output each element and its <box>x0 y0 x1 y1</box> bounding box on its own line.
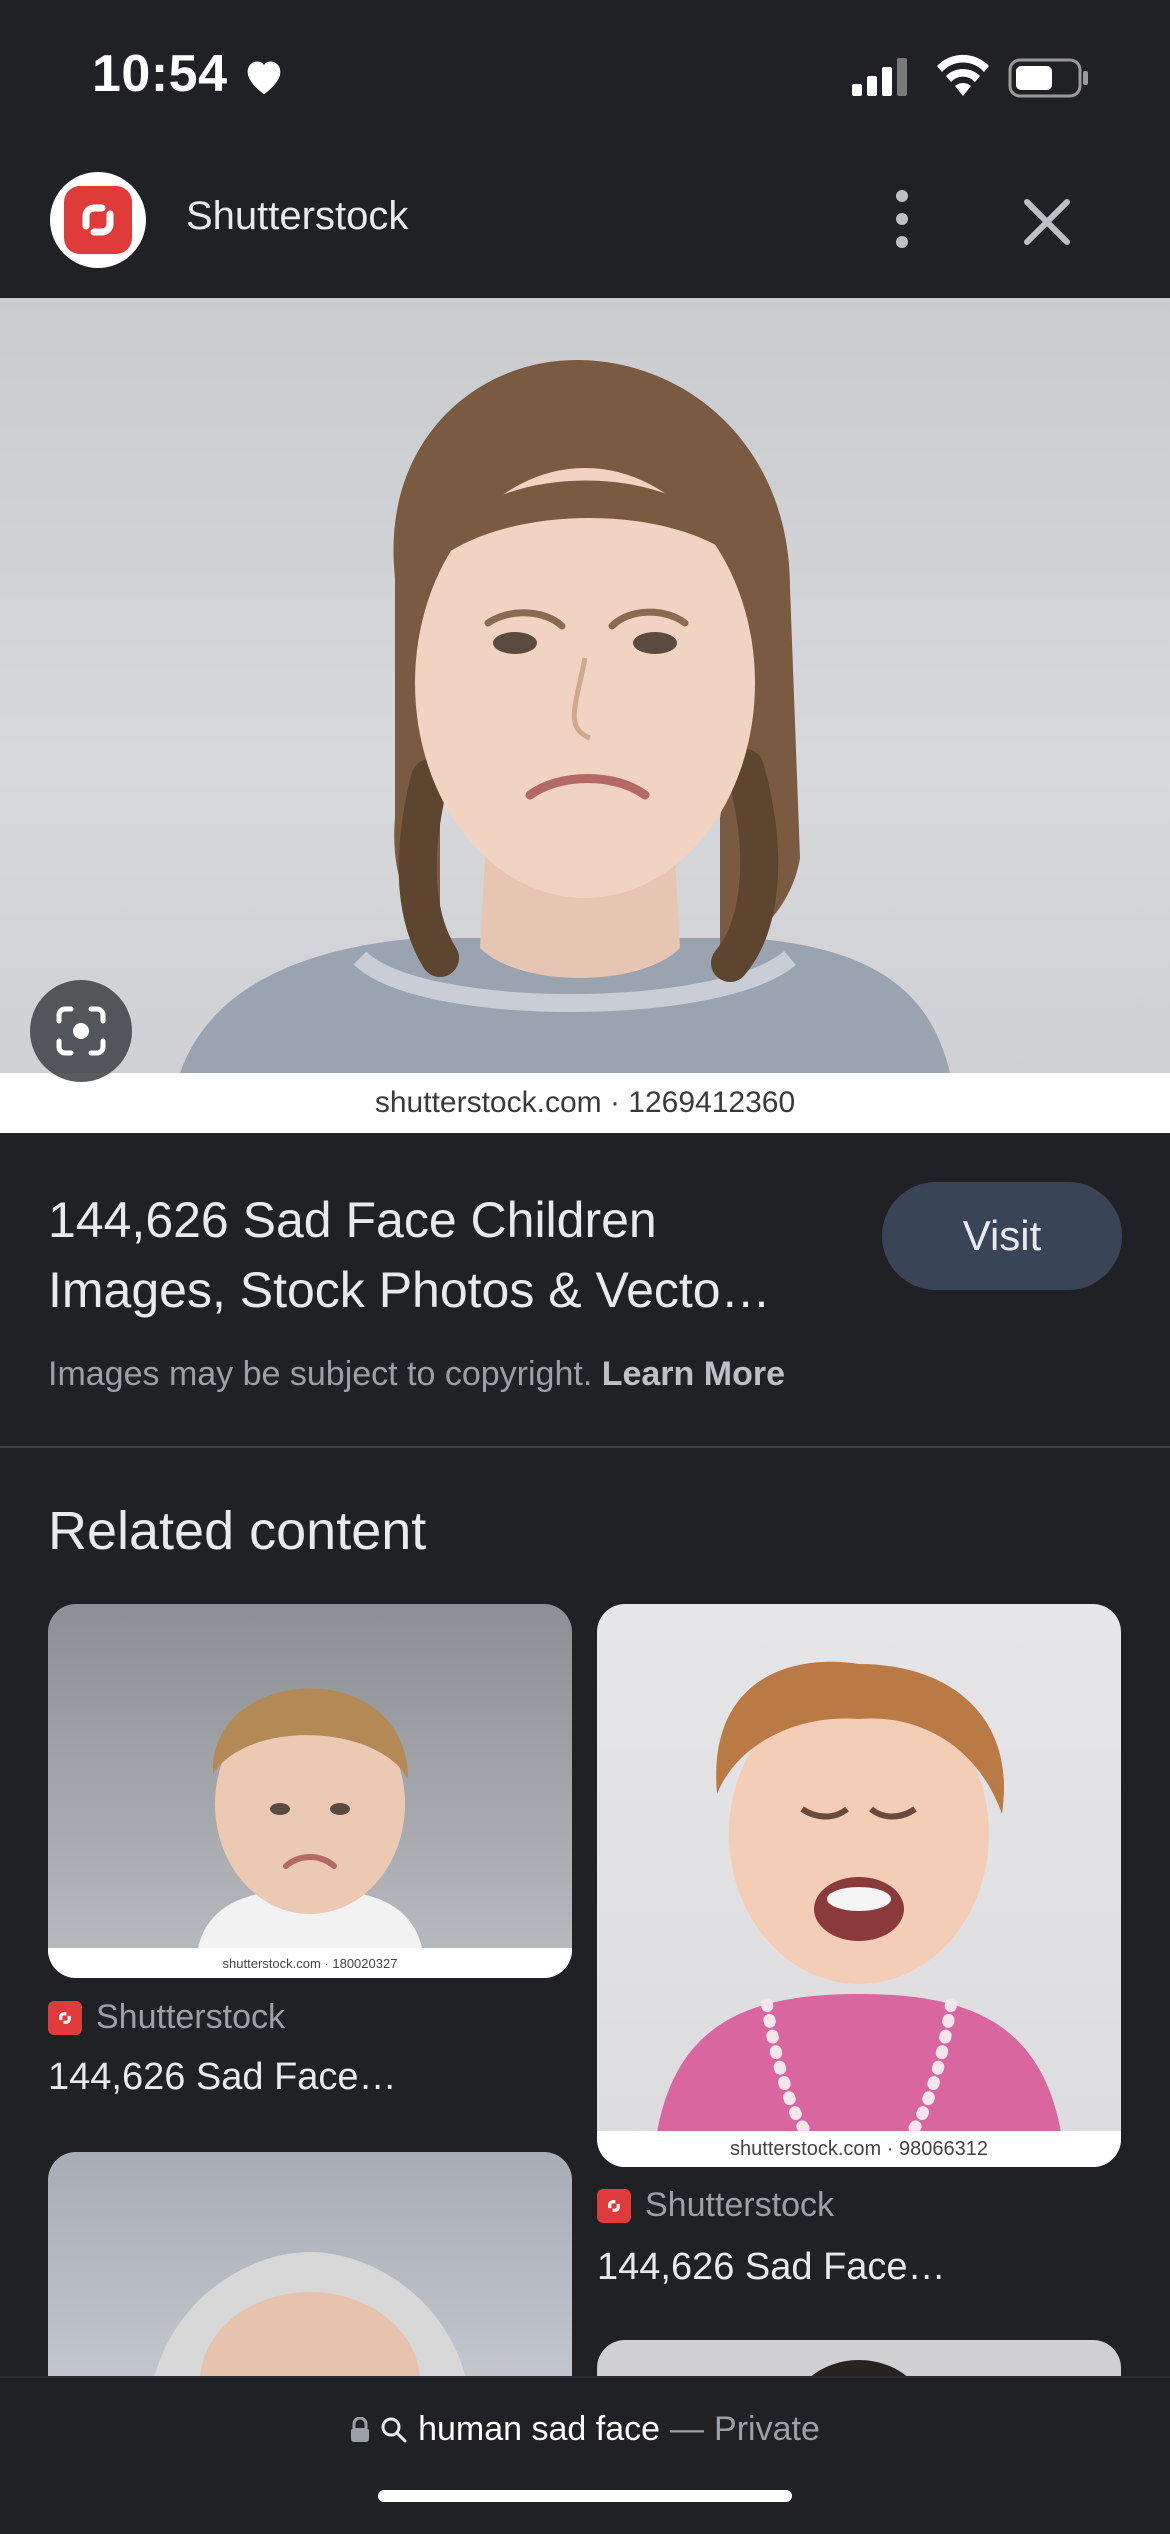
related-source-row[interactable]: Shutterstock <box>48 1998 285 2037</box>
shutterstock-small-icon <box>597 2188 631 2223</box>
related-source-row[interactable]: Shutterstock <box>597 2186 834 2225</box>
shutterstock-logo-icon[interactable] <box>50 172 146 268</box>
copyright-text: Images may be subject to copyright. <box>48 1355 593 1393</box>
hero-image-caption: shutterstock.com · 1269412360 <box>374 1086 796 1119</box>
wifi-icon <box>937 54 989 96</box>
private-mode-label: Private <box>714 2410 820 2448</box>
address-bar[interactable]: human sad face — Private <box>0 2410 1170 2449</box>
bottom-bar <box>0 2376 1170 2534</box>
lock-icon <box>351 2416 370 2442</box>
copyright-notice: Images may be subject to copyright. Lear… <box>48 1355 785 1394</box>
related-title[interactable]: 144,626 Sad Face… <box>48 2056 397 2099</box>
related-image-caption: shutterstock.com · 180020327 <box>48 1948 572 1978</box>
hero-image-caption-bar: shutterstock.com · 1269412360 <box>0 1073 1170 1133</box>
search-icon <box>381 2417 407 2442</box>
related-source-name: Shutterstock <box>645 2186 834 2224</box>
related-image-boy[interactable]: shutterstock.com · 180020327 <box>48 1604 572 1978</box>
site-name[interactable]: Shutterstock <box>186 194 408 239</box>
visit-button[interactable]: Visit <box>882 1182 1122 1290</box>
search-query: human sad face <box>418 2410 661 2448</box>
result-title[interactable]: 144,626 Sad Face Children Images, Stock … <box>48 1185 848 1325</box>
home-indicator[interactable] <box>378 2490 792 2502</box>
related-title[interactable]: 144,626 Sad Face… <box>597 2246 946 2289</box>
battery-icon <box>1008 58 1088 98</box>
cellular-signal-icon <box>852 58 907 96</box>
divider <box>0 1446 1170 1448</box>
related-image-crying-toddler[interactable]: shutterstock.com · 98066312 <box>597 1604 1121 2167</box>
heart-icon <box>247 61 281 95</box>
related-image-caption: shutterstock.com · 98066312 <box>597 2131 1121 2167</box>
learn-more-link[interactable]: Learn More <box>602 1355 785 1393</box>
status-time: 10:54 <box>92 45 228 103</box>
separator: — <box>670 2410 705 2448</box>
related-image-elderly[interactable] <box>48 2152 572 2412</box>
more-options-icon[interactable] <box>872 184 932 254</box>
related-content-heading: Related content <box>48 1501 427 1561</box>
shutterstock-small-icon <box>48 2000 82 2035</box>
hero-image[interactable] <box>0 298 1170 1073</box>
google-lens-icon[interactable] <box>30 980 132 1082</box>
related-source-name: Shutterstock <box>96 1998 285 2036</box>
close-icon[interactable] <box>1015 190 1079 254</box>
top-bar <box>0 150 1170 298</box>
